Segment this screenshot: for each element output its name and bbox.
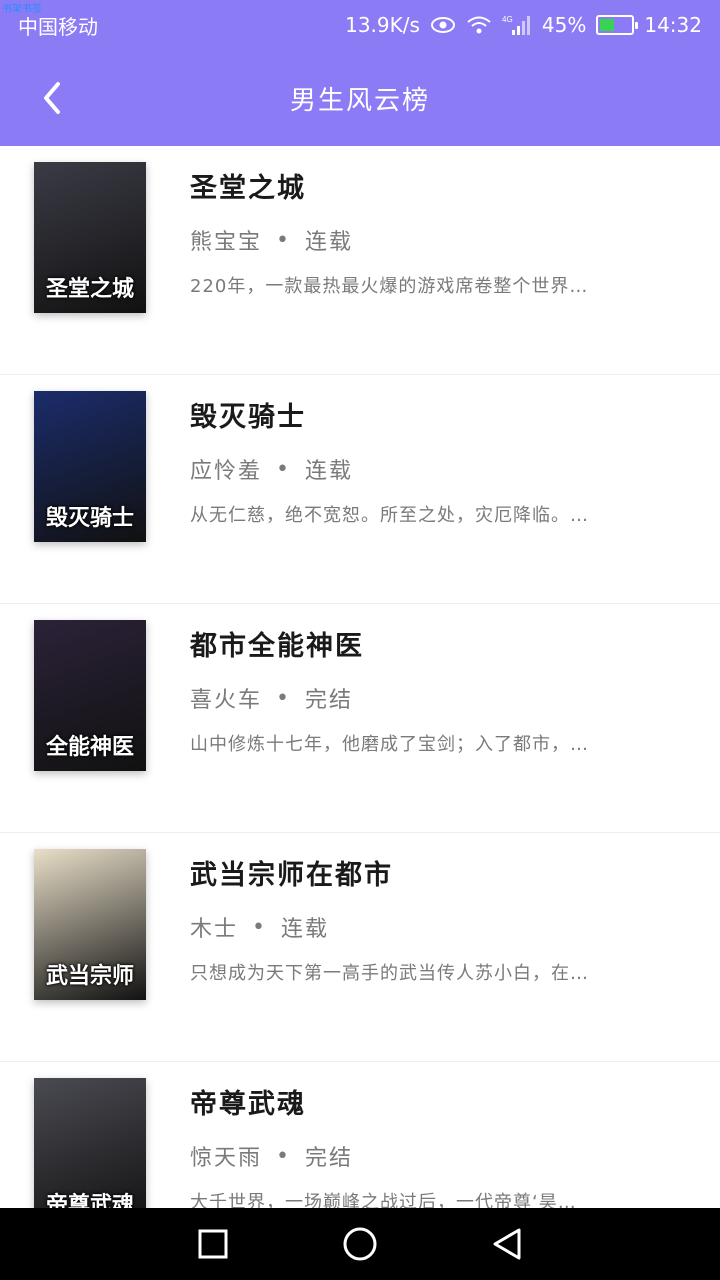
- home-button[interactable]: [330, 1214, 390, 1274]
- book-description: 只想成为天下第一高手的武当传人苏小白，在…: [190, 963, 589, 984]
- battery-icon: [596, 15, 639, 35]
- cover-title: 武当宗师: [45, 963, 134, 989]
- book-cover: 武当宗师: [34, 849, 146, 1000]
- book-description: 大千世界，一场巅峰之战过后，一代帝尊‘昊…: [190, 1192, 577, 1208]
- book-meta: 惊天雨 • 完结: [190, 1140, 353, 1172]
- book-status: 连载: [305, 230, 354, 255]
- square-icon: [198, 1229, 228, 1259]
- app-bar: 男生风云榜: [0, 50, 720, 146]
- status-bar: 书架书签 中国移动 13.9K/s 4G 45% 14:32: [0, 0, 720, 50]
- book-meta: 熊宝宝 • 连载: [190, 224, 353, 256]
- cover-title: 帝尊武魂: [45, 1192, 134, 1208]
- book-item[interactable]: 圣堂之城 圣堂之城 熊宝宝 • 连载 220年，一款最热最火爆的游戏席卷整个世界…: [0, 146, 720, 375]
- system-nav-bar: [0, 1208, 720, 1280]
- page-title: 男生风云榜: [289, 85, 430, 116]
- cover-title: 圣堂之城: [45, 276, 134, 302]
- book-title: 圣堂之城: [190, 173, 306, 204]
- network-type: 4G: [502, 15, 513, 24]
- separator-dot: •: [252, 914, 267, 940]
- book-description: 220年，一款最热最火爆的游戏席卷整个世界…: [190, 276, 589, 297]
- circle-icon: [343, 1227, 377, 1261]
- book-author: 木士: [190, 917, 239, 942]
- battery-fill: [600, 19, 615, 31]
- chevron-left-icon: [44, 82, 60, 114]
- book-author: 惊天雨: [190, 1146, 263, 1171]
- status-notice-tag: 书架书签: [2, 4, 42, 15]
- book-status: 完结: [305, 1146, 354, 1171]
- book-meta: 木士 • 连载: [190, 911, 329, 943]
- back-nav-button[interactable]: [477, 1214, 537, 1274]
- cover-title: 毁灭骑士: [45, 505, 134, 531]
- book-cover: 帝尊武魂: [34, 1078, 146, 1208]
- cover-title: 全能神医: [45, 734, 134, 760]
- book-item[interactable]: 毁灭骑士 毁灭骑士 应怜羞 • 连载 从无仁慈，绝不宽恕。所至之处，灾厄降临。…: [0, 375, 720, 604]
- triangle-back-icon: [493, 1228, 521, 1260]
- book-cover: 全能神医: [34, 620, 146, 771]
- book-title: 毁灭骑士: [190, 402, 306, 433]
- book-status: 连载: [281, 917, 330, 942]
- book-meta: 喜火车 • 完结: [190, 682, 353, 714]
- separator-dot: •: [276, 227, 291, 253]
- eye-icon: [430, 16, 456, 34]
- book-author: 熊宝宝: [190, 230, 263, 255]
- book-meta: 应怜羞 • 连载: [190, 453, 353, 485]
- separator-dot: •: [276, 456, 291, 482]
- separator-dot: •: [276, 685, 291, 711]
- book-cover: 圣堂之城: [34, 162, 146, 313]
- battery-percent: 45%: [541, 13, 587, 37]
- book-description: 山中修炼十七年，他磨成了宝剑；入了都市，…: [190, 734, 589, 755]
- book-status: 连载: [305, 459, 354, 484]
- book-item[interactable]: 全能神医 都市全能神医 喜火车 • 完结 山中修炼十七年，他磨成了宝剑；入了都市…: [0, 604, 720, 833]
- recents-button[interactable]: [183, 1214, 243, 1274]
- book-author: 应怜羞: [190, 459, 263, 484]
- book-title: 都市全能神医: [190, 631, 364, 662]
- book-author: 喜火车: [190, 688, 263, 713]
- book-item[interactable]: 武当宗师 武当宗师在都市 木士 • 连载 只想成为天下第一高手的武当传人苏小白，…: [0, 833, 720, 1062]
- book-status: 完结: [305, 688, 354, 713]
- clock: 14:32: [644, 13, 702, 37]
- book-list[interactable]: 圣堂之城 圣堂之城 熊宝宝 • 连载 220年，一款最热最火爆的游戏席卷整个世界…: [0, 146, 720, 1208]
- network-speed: 13.9K/s: [345, 13, 420, 37]
- book-cover: 毁灭骑士: [34, 391, 146, 542]
- back-button[interactable]: [28, 74, 76, 122]
- book-title: 武当宗师在都市: [190, 860, 393, 891]
- wifi-icon: [466, 15, 492, 35]
- book-item[interactable]: 帝尊武魂 帝尊武魂 惊天雨 • 完结 大千世界，一场巅峰之战过后，一代帝尊‘昊…: [0, 1062, 720, 1208]
- book-title: 帝尊武魂: [190, 1089, 306, 1120]
- signal-icon: 4G: [502, 14, 532, 36]
- book-description: 从无仁慈，绝不宽恕。所至之处，灾厄降临。…: [190, 505, 589, 526]
- separator-dot: •: [276, 1143, 291, 1169]
